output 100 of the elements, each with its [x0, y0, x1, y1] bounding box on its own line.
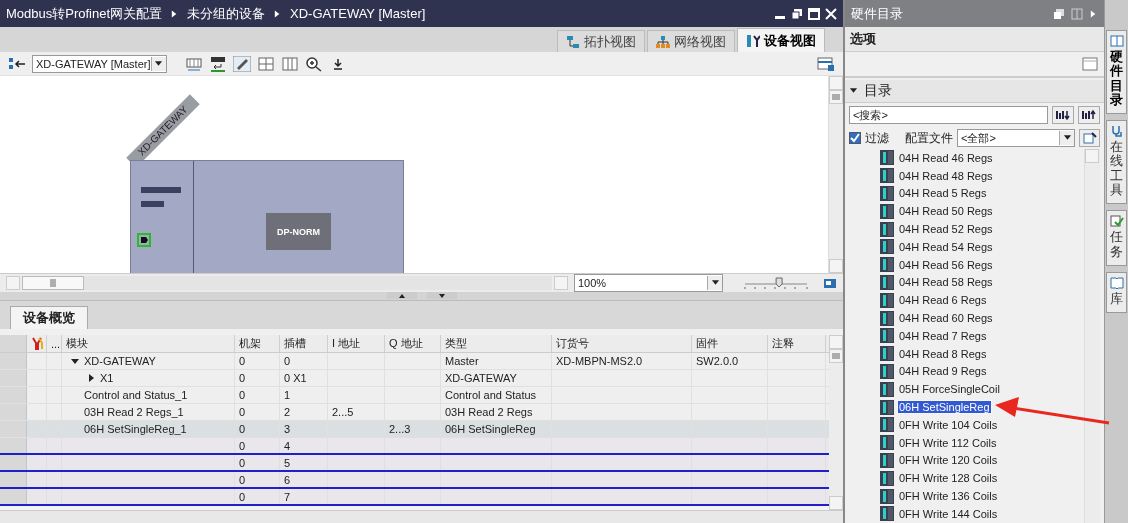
breadcrumb-item[interactable]: Modbus转Profinet网关配置 [6, 4, 163, 23]
table-row[interactable]: 0 5 [0, 455, 829, 472]
breadcrumb-item[interactable]: XD-GATEWAY [Master] [290, 6, 426, 21]
search-down-button[interactable] [1052, 106, 1074, 124]
module-list-icon[interactable] [184, 55, 203, 72]
search-field[interactable]: <搜索> [849, 106, 1048, 124]
overview-navigation-icon[interactable] [823, 276, 837, 290]
catalog-item[interactable]: 04H Read 6 Regs [880, 291, 1084, 310]
catalog-item[interactable]: 04H Read 50 Regs [880, 202, 1084, 221]
table-row[interactable]: 0 7 [0, 489, 829, 506]
side-tab[interactable]: 在线工具 [1106, 120, 1127, 205]
column-header[interactable]: 插槽 [280, 335, 328, 352]
panel-toggle-icon[interactable] [817, 55, 835, 72]
rename-icon[interactable] [208, 55, 227, 72]
scroll-down-button[interactable] [829, 496, 843, 510]
restore-icon[interactable] [791, 7, 803, 20]
panel-layout-icon[interactable] [1082, 57, 1098, 71]
catalog-item[interactable]: 0FH Write 128 Coils [880, 469, 1084, 488]
port-icon[interactable] [137, 233, 151, 247]
maximize-icon[interactable] [808, 7, 820, 20]
scroll-up-button[interactable] [829, 335, 843, 349]
side-tab[interactable]: 硬件目录 [1106, 30, 1127, 115]
interface-module[interactable]: DP-NORM [266, 213, 331, 250]
columns-icon[interactable] [280, 55, 299, 72]
table-cell: 2...3 [389, 423, 411, 435]
column-header[interactable]: 类型 [441, 335, 552, 352]
profile-edit-button[interactable] [1079, 129, 1100, 147]
pencil-icon[interactable] [232, 55, 251, 72]
breadcrumb-item[interactable]: 未分组的设备 [187, 4, 266, 23]
catalog-item[interactable]: 04H Read 5 Regs [880, 184, 1084, 203]
column-header[interactable]: ... [47, 335, 62, 352]
search-up-button[interactable] [1078, 106, 1100, 124]
catalog-item[interactable]: 04H Read 58 Regs [880, 273, 1084, 292]
catalog-item[interactable]: 04H Read 7 Regs [880, 326, 1084, 345]
table-row[interactable]: XD-GATEWAY 0 0 Master XD-MBPN-MS2.0 SW2.0.0 [0, 353, 829, 370]
scroll-right-button[interactable] [554, 276, 568, 290]
split-icon[interactable] [1071, 7, 1083, 20]
catalog-item[interactable]: 0FH Write 136 Coils [880, 487, 1084, 505]
catalog-item[interactable]: 06H SetSingleReg [880, 398, 1084, 416]
collapse-icon[interactable] [70, 356, 80, 366]
overview-tab[interactable]: 设备概览 [10, 306, 88, 329]
scroll-left-button[interactable] [6, 276, 20, 290]
catalog-item[interactable]: 0FH Write 120 Coils [880, 451, 1084, 470]
close-icon[interactable] [825, 7, 837, 20]
horizontal-scrollbar[interactable] [0, 510, 843, 523]
column-header[interactable]: 订货号 [552, 335, 692, 352]
column-header[interactable]: 注释 [768, 335, 826, 352]
scroll-thumb[interactable] [829, 90, 843, 104]
zoom-slider[interactable] [743, 276, 809, 290]
table-row[interactable]: 0 6 [0, 472, 829, 489]
collapse-down-icon[interactable] [426, 292, 457, 299]
table-row[interactable]: 0 4 [0, 438, 829, 455]
profile-label: 配置文件 [905, 129, 953, 147]
grid-view-icon[interactable] [256, 55, 275, 72]
float-icon[interactable] [1053, 7, 1065, 20]
column-header[interactable]: 模块 [62, 335, 235, 352]
zoom-dropdown[interactable]: 100% [574, 274, 723, 292]
gateway-module[interactable]: DP-NORM [130, 160, 404, 273]
catalog-item[interactable]: 0FH Write 104 Coils [880, 415, 1084, 434]
device-dropdown[interactable]: XD-GATEWAY [Master] [32, 54, 167, 73]
table-cell: Control and Status_1 [84, 389, 188, 401]
scroll-thumb[interactable] [22, 276, 84, 290]
catalog-item[interactable]: 04H Read 9 Regs [880, 362, 1084, 381]
filter-checkbox[interactable] [849, 132, 861, 144]
side-tab[interactable]: 库 [1106, 271, 1127, 314]
table-row[interactable]: 03H Read 2 Regs_1 0 2 2...5 03H Read 2 Regs [0, 404, 829, 421]
table-row[interactable]: Control and Status_1 0 1 Control and Status [0, 387, 829, 404]
table-cell: X1 [100, 372, 114, 384]
catalog-item[interactable]: 04H Read 60 Regs [880, 309, 1084, 327]
expand-icon[interactable] [86, 373, 96, 383]
catalog-item[interactable]: 04H Read 8 Regs [880, 344, 1084, 363]
section-title[interactable]: 目录 [864, 82, 892, 100]
view-tab[interactable]: 设备视图 [737, 28, 825, 52]
scroll-thumb[interactable] [829, 349, 843, 363]
catalog-item[interactable]: 04H Read 48 Regs [880, 166, 1084, 185]
column-header[interactable]: 机架 [235, 335, 280, 352]
catalog-item[interactable]: 0FH Write 144 Coils [880, 504, 1084, 523]
status-bar-drawing [141, 187, 181, 193]
collapse-up-icon[interactable] [386, 292, 417, 299]
table-row[interactable]: 06H SetSingleReg_1 0 3 2...3 06H SetSingleReg [0, 421, 829, 438]
scroll-up-button[interactable] [829, 76, 843, 90]
column-header[interactable]: I 地址 [328, 335, 385, 352]
device-tree-icon[interactable] [8, 55, 26, 72]
catalog-item[interactable]: 04H Read 54 Regs [880, 238, 1084, 256]
catalog-item[interactable]: 04H Read 56 Regs [880, 255, 1084, 274]
zoom-in-icon[interactable] [304, 55, 323, 72]
catalog-item[interactable]: 05H ForceSingleCoil [880, 380, 1084, 399]
column-header[interactable]: 固件 [692, 335, 768, 352]
catalog-item[interactable]: 04H Read 52 Regs [880, 220, 1084, 238]
tools-icon[interactable] [31, 337, 45, 350]
view-tab[interactable]: 拓扑视图 [557, 30, 645, 52]
table-row[interactable]: X1 0 0 X1 XD-GATEWAY [0, 370, 829, 387]
scroll-up-button[interactable] [1085, 149, 1099, 163]
column-header[interactable]: Q 地址 [385, 335, 441, 352]
profile-dropdown[interactable]: <全部> [957, 129, 1076, 147]
module-icon [880, 310, 894, 326]
catalog-item[interactable]: 0FH Write 112 Coils [880, 433, 1084, 452]
catalog-item[interactable]: 04H Read 46 Regs [880, 149, 1084, 167]
side-tab[interactable]: 任务 [1106, 210, 1127, 266]
view-tab[interactable]: 网络视图 [647, 30, 735, 52]
